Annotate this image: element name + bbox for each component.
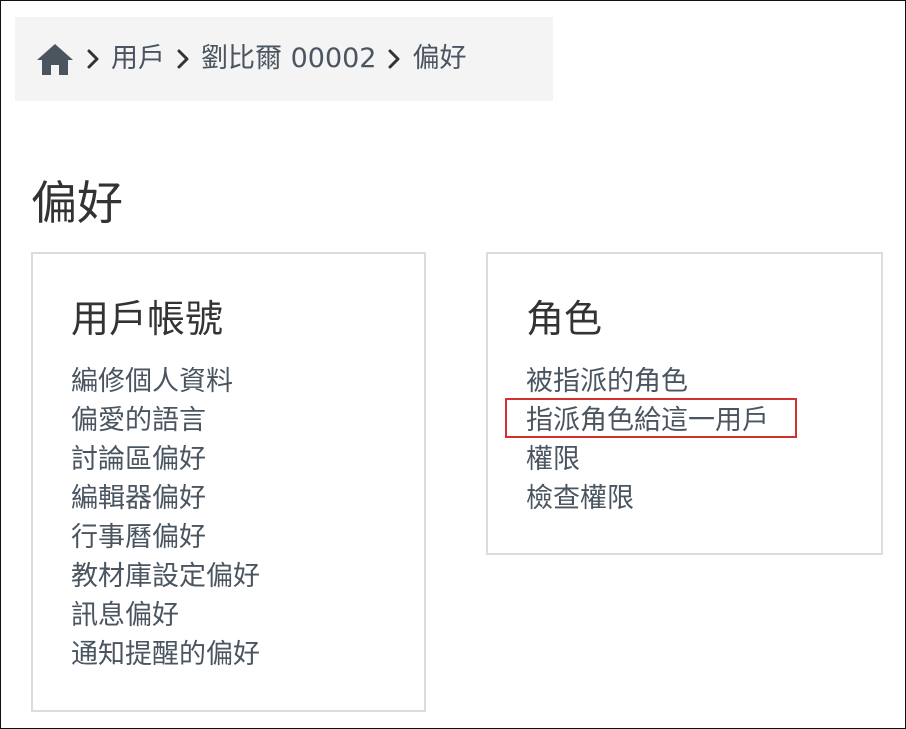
page-title: 偏好	[31, 176, 123, 230]
breadcrumb: 用戶 劉比爾 00002 偏好	[15, 17, 553, 101]
user-account-links: 編修個人資料 偏愛的語言 討論區偏好 編輯器偏好 行事曆偏好 教材庫設定偏好 訊…	[71, 362, 260, 674]
link-message-preferences[interactable]: 訊息偏好	[71, 596, 260, 635]
link-assigned-roles[interactable]: 被指派的角色	[526, 362, 769, 401]
link-check-permissions[interactable]: 檢查權限	[526, 479, 769, 518]
link-assign-roles-to-user[interactable]: 指派角色給這一用戶	[505, 398, 797, 440]
link-forum-preferences[interactable]: 討論區偏好	[71, 440, 260, 479]
link-preferred-language[interactable]: 偏愛的語言	[71, 401, 260, 440]
link-content-bank-preferences[interactable]: 教材庫設定偏好	[71, 557, 260, 596]
page-frame: 用戶 劉比爾 00002 偏好 偏好 用戶帳號 編修個人資料 偏愛的語言 討論區…	[0, 0, 906, 729]
breadcrumb-current: 偏好	[412, 43, 467, 74]
chevron-right-icon	[165, 39, 201, 79]
chevron-right-icon	[376, 39, 412, 79]
link-assign-roles-label: 指派角色給這一用戶	[526, 405, 769, 436]
roles-links: 被指派的角色 指派角色給這一用戶 權限 檢查權限	[505, 362, 797, 518]
link-permissions[interactable]: 權限	[526, 440, 769, 479]
breadcrumb-link-users[interactable]: 用戶	[111, 39, 165, 79]
link-calendar-preferences[interactable]: 行事曆偏好	[71, 518, 260, 557]
user-account-card: 用戶帳號 編修個人資料 偏愛的語言 討論區偏好 編輯器偏好 行事曆偏好 教材庫設…	[31, 252, 426, 712]
link-notification-preferences[interactable]: 通知提醒的偏好	[71, 635, 260, 674]
card-title-roles: 角色	[526, 297, 603, 341]
card-title-user-account: 用戶帳號	[71, 297, 224, 341]
breadcrumb-link-user[interactable]: 劉比爾 00002	[201, 39, 376, 79]
link-edit-profile[interactable]: 編修個人資料	[71, 362, 260, 401]
home-icon[interactable]	[35, 39, 75, 79]
chevron-right-icon	[75, 39, 111, 79]
roles-card: 角色 被指派的角色 指派角色給這一用戶 權限 檢查權限	[486, 252, 883, 555]
link-editor-preferences[interactable]: 編輯器偏好	[71, 479, 260, 518]
